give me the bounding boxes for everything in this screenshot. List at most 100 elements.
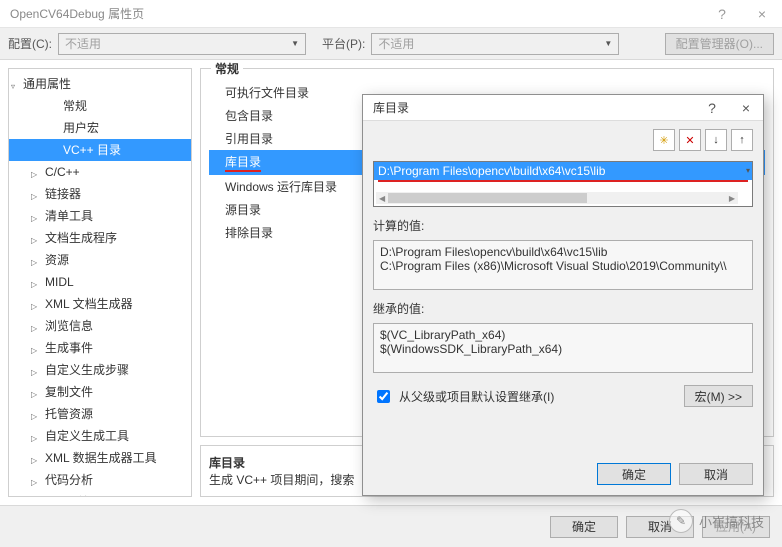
tree-expand-icon[interactable]: ▷ [31, 452, 37, 470]
tree-expand-icon[interactable]: ▷ [31, 342, 37, 360]
tree-expand-icon[interactable]: ▷ [31, 210, 37, 228]
tree-item[interactable]: VC++ 目录 [9, 139, 191, 161]
tree-expand-icon[interactable]: ▷ [31, 386, 37, 404]
tree-expand-icon[interactable]: ▷ [31, 364, 37, 382]
computed-label: 计算的值: [373, 217, 753, 234]
tree-expand-icon[interactable]: ▷ [31, 276, 37, 294]
subdialog-ok-button[interactable]: 确定 [597, 463, 671, 485]
inherited-value-line: $(WindowsSDK_LibraryPath_x64) [380, 342, 746, 356]
tree-expand-icon[interactable]: ▷ [31, 474, 37, 492]
config-value: 不适用 [65, 35, 101, 52]
tree-item-label: 生成事件 [45, 341, 93, 355]
computed-value-line: D:\Program Files\opencv\build\x64\vc15\l… [380, 245, 746, 259]
tree-item-label: 链接器 [45, 187, 81, 201]
path-list-editor[interactable]: D:\Program Files\opencv\build\x64\vc15\l… [373, 161, 753, 207]
computed-values-box: D:\Program Files\opencv\build\x64\vc15\l… [373, 240, 753, 290]
tree-item[interactable]: ▷ MIDL [9, 271, 191, 293]
platform-combo[interactable]: 不适用 ▼ [371, 33, 619, 55]
tree-item[interactable]: 用户宏 [9, 117, 191, 139]
library-directories-dialog: 库目录 ? × ✳ ✕ ↓ ↑ D:\Program Files\opencv\… [362, 94, 764, 496]
tree-expand-icon[interactable]: ▷ [31, 320, 37, 338]
inherited-value-line: $(VC_LibraryPath_x64) [380, 328, 746, 342]
horizontal-scrollbar[interactable]: ◀ ▶ [376, 192, 738, 204]
scrollbar-thumb[interactable] [388, 193, 587, 203]
selected-path[interactable]: D:\Program Files\opencv\build\x64\vc15\l… [374, 162, 752, 180]
tree-item[interactable]: ▷ 链接器 [9, 183, 191, 205]
chevron-down-icon: ▼ [291, 39, 299, 48]
tree-item[interactable]: ▷ 自定义生成步骤 [9, 359, 191, 381]
tree-item-label: MIDL [45, 275, 74, 289]
tree-expand-icon[interactable]: ▷ [31, 298, 37, 316]
tree-item-label: 托管资源 [45, 407, 93, 421]
delete-icon[interactable]: ✕ [679, 129, 701, 151]
groupbox-legend: 常规 [211, 60, 243, 77]
tree-item-label: 浏览信息 [45, 319, 93, 333]
config-manager-button[interactable]: 配置管理器(O)... [665, 33, 774, 55]
subdialog-close-button[interactable]: × [729, 95, 763, 121]
chevron-down-icon: ▼ [604, 39, 612, 48]
apply-button[interactable]: 应用(A) [702, 516, 770, 538]
new-line-icon[interactable]: ✳ [653, 129, 675, 151]
subdialog-footer: 确定 取消 [363, 453, 763, 495]
tree-expand-icon[interactable]: ▷ [31, 166, 37, 184]
tree-item-label: XML 文档生成器 [45, 297, 133, 311]
tree-root[interactable]: ▿ 通用属性 [9, 73, 191, 95]
ok-button[interactable]: 确定 [550, 516, 618, 538]
tree-item[interactable]: ▷复制文件 [9, 381, 191, 403]
tree-item[interactable]: ▷ XML 文档生成器 [9, 293, 191, 315]
tree-item-label: 用户宏 [63, 121, 99, 135]
tree-expand-icon[interactable]: ▷ [31, 232, 37, 250]
tree-item-label: 常规 [63, 99, 87, 113]
tree-item[interactable]: ▷代码分析 [9, 469, 191, 491]
help-button[interactable]: ? [702, 0, 742, 28]
property-tree[interactable]: ▿ 通用属性 常规用户宏VC++ 目录▷C/C++▷链接器▷清单工具▷文档生成程… [8, 68, 192, 497]
subdialog-titlebar: 库目录 ? × [363, 95, 763, 121]
tree-item-label: 资源 [45, 253, 69, 267]
list-item-label: Windows 运行库目录 [225, 180, 337, 194]
tree-expand-icon[interactable]: ▷ [31, 254, 37, 272]
tree-item[interactable]: ▷清单工具 [9, 205, 191, 227]
list-item-label: 排除目录 [225, 226, 273, 240]
tree-item-label: 文档生成程序 [45, 231, 117, 245]
tree-item-label: HLSL 编译器 [45, 495, 114, 497]
platform-label: 平台(P): [322, 35, 365, 52]
tree-item-label: 自定义生成步骤 [45, 363, 129, 377]
tree-item[interactable]: ▷ 资源 [9, 249, 191, 271]
tree-expand-icon[interactable]: ▷ [31, 408, 37, 426]
tree-item[interactable]: ▷ 托管资源 [9, 403, 191, 425]
subdialog-cancel-button[interactable]: 取消 [679, 463, 753, 485]
tree-item-label: C/C++ [45, 165, 80, 179]
macro-button[interactable]: 宏(M) >> [684, 385, 753, 407]
tree-item[interactable]: ▷ 生成事件 [9, 337, 191, 359]
inherited-values-box: $(VC_LibraryPath_x64)$(WindowsSDK_Librar… [373, 323, 753, 373]
window-title: OpenCV64Debug 属性页 [10, 5, 144, 22]
close-button[interactable]: × [742, 0, 782, 28]
tree-expand-icon[interactable]: ▷ [31, 188, 37, 206]
tree-item[interactable]: ▷ C/C++ [9, 161, 191, 183]
move-down-icon[interactable]: ↓ [705, 129, 727, 151]
tree-item[interactable]: ▷ HLSL 编译器 [9, 491, 191, 497]
move-up-icon[interactable]: ↑ [731, 129, 753, 151]
config-toolbar: 配置(C): 不适用 ▼ 平台(P): 不适用 ▼ 配置管理器(O)... [0, 28, 782, 60]
platform-value: 不适用 [378, 35, 414, 52]
tree-item[interactable]: ▷ 浏览信息 [9, 315, 191, 337]
subdialog-title: 库目录 [373, 99, 409, 116]
tree-item[interactable]: 常规 [9, 95, 191, 117]
list-item-label: 源目录 [225, 203, 261, 217]
tree-item[interactable]: ▷XML 数据生成器工具 [9, 447, 191, 469]
subdialog-help-button[interactable]: ? [695, 95, 729, 121]
list-item-label: 可执行文件目录 [225, 86, 309, 100]
cancel-button[interactable]: 取消 [626, 516, 694, 538]
tree-item[interactable]: ▷自定义生成工具 [9, 425, 191, 447]
tree-item[interactable]: ▷ 文档生成程序 [9, 227, 191, 249]
path-toolbar: ✳ ✕ ↓ ↑ [373, 129, 753, 155]
dropdown-arrow-icon[interactable]: ▾ [746, 166, 750, 175]
inherit-checkbox-label[interactable]: 从父级或项目默认设置继承(I) [399, 388, 554, 405]
tree-expand-icon[interactable]: ▷ [31, 496, 37, 497]
config-combo[interactable]: 不适用 ▼ [58, 33, 306, 55]
tree-expand-icon[interactable]: ▷ [31, 430, 37, 448]
titlebar: OpenCV64Debug 属性页 ? × [0, 0, 782, 28]
list-item-label: 包含目录 [225, 109, 273, 123]
list-item-label: 引用目录 [225, 132, 273, 146]
inherit-checkbox[interactable] [377, 390, 390, 403]
